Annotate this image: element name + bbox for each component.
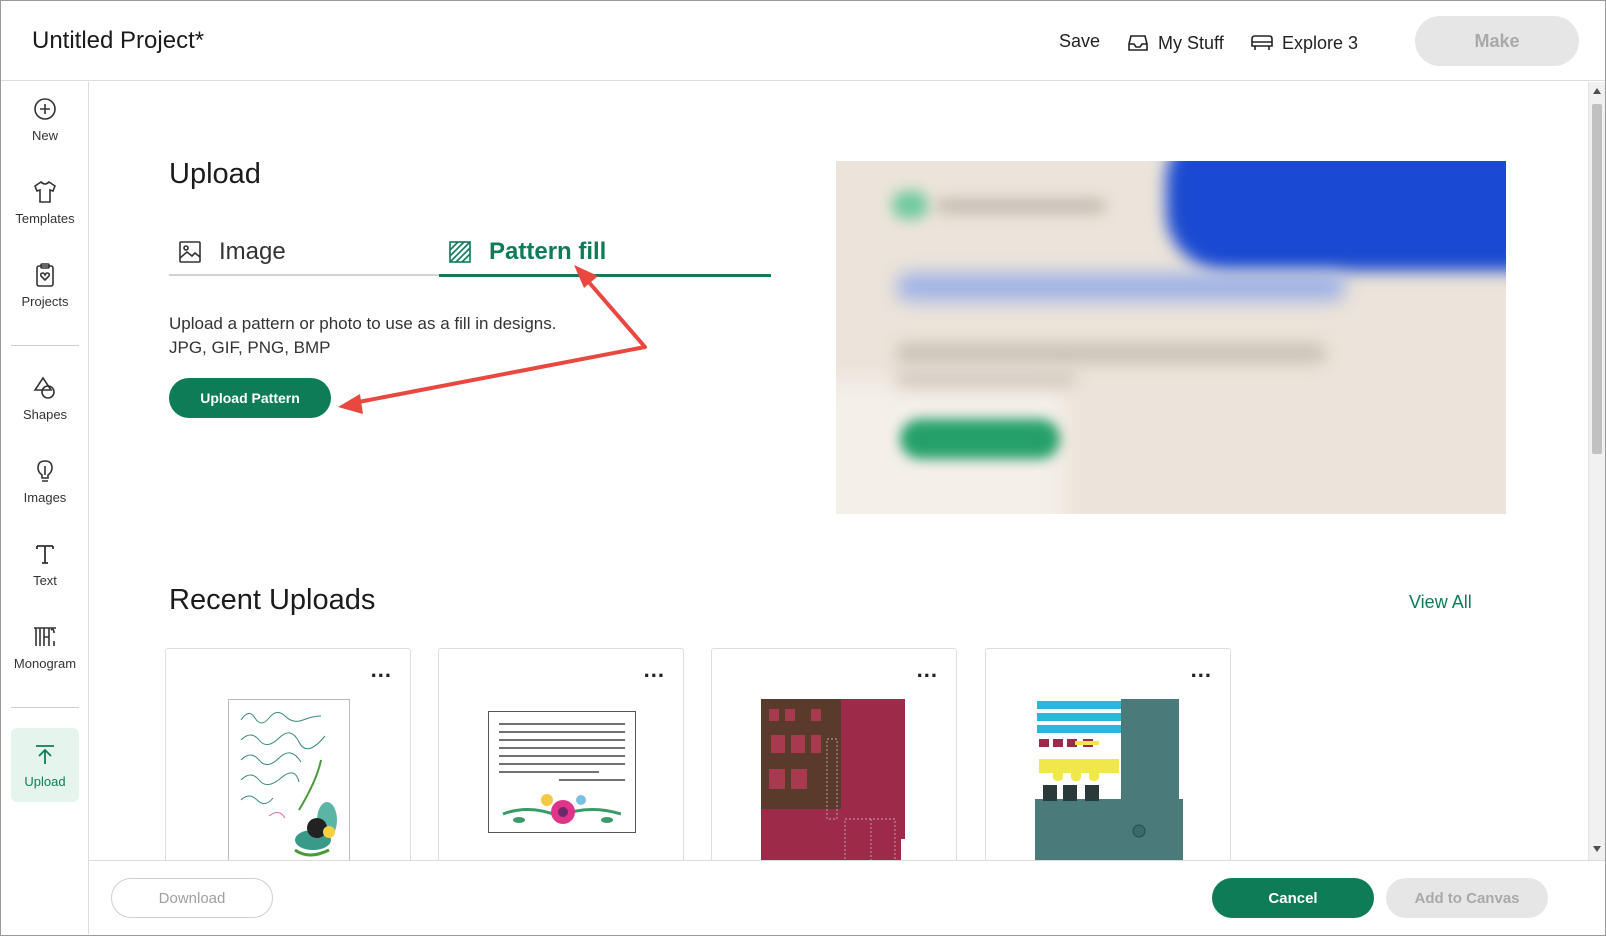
- sidebar-divider: [11, 707, 79, 708]
- more-options-icon[interactable]: ...: [917, 659, 938, 681]
- plus-circle-icon: [34, 97, 56, 120]
- upload-pattern-button[interactable]: Upload Pattern: [169, 378, 331, 418]
- upload-tabs: Image Pattern fill: [169, 228, 771, 277]
- teal-house-artwork: [1035, 699, 1183, 860]
- machine-selector[interactable]: Explore 3: [1250, 31, 1358, 55]
- upload-thumbnail: [488, 711, 636, 833]
- recent-upload-card[interactable]: ...: [711, 648, 957, 860]
- active-tab-indicator: [439, 274, 771, 277]
- sidebar-item-label: Images: [23, 489, 67, 505]
- page-title: Upload: [169, 158, 261, 190]
- preview-shape: [892, 191, 928, 219]
- left-sidebar: New Templates Projects Shapes Images Tex…: [1, 82, 89, 934]
- more-options-icon[interactable]: ...: [1191, 659, 1212, 681]
- preview-shape: [896, 371, 1076, 387]
- my-stuff-label: My Stuff: [1158, 32, 1224, 53]
- preview-shape: [896, 273, 1346, 301]
- text-t-icon: [36, 544, 54, 564]
- view-all-link[interactable]: View All: [1409, 592, 1472, 613]
- sidebar-item-projects[interactable]: Projects: [11, 248, 79, 322]
- sidebar-item-label: Upload: [24, 773, 66, 789]
- sidebar-item-images[interactable]: Images: [11, 444, 79, 518]
- sidebar-item-label: Projects: [21, 293, 69, 309]
- description-line: Upload a pattern or photo to use as a fi…: [169, 314, 557, 333]
- monogram-icon: [34, 626, 56, 646]
- lightbulb-icon: [37, 459, 53, 482]
- scroll-thumb[interactable]: [1592, 104, 1602, 454]
- shapes-icon: [33, 376, 55, 399]
- save-link[interactable]: Save: [1059, 31, 1100, 52]
- sidebar-divider: [11, 345, 79, 346]
- bottom-action-bar: Download Cancel Add to Canvas: [89, 860, 1605, 935]
- save-label: Save: [1059, 31, 1101, 51]
- tab-label: Image: [219, 238, 286, 265]
- add-to-canvas-button[interactable]: Add to Canvas: [1386, 878, 1548, 918]
- shirt-icon: [34, 180, 56, 203]
- upload-arrow-icon: [36, 744, 54, 764]
- cutting-machine-icon: [1251, 35, 1273, 50]
- make-button[interactable]: Make: [1415, 16, 1579, 66]
- download-button[interactable]: Download: [111, 878, 273, 918]
- preview-shape: [1166, 161, 1506, 271]
- top-header: Untitled Project* Save My Stuff Explore …: [1, 1, 1605, 81]
- blurred-promo-preview: [836, 161, 1506, 514]
- supported-formats: JPG, GIF, PNG, BMP: [169, 338, 331, 357]
- floral-quote-artwork: [499, 723, 625, 824]
- tab-pattern-fill[interactable]: Pattern fill: [447, 228, 606, 276]
- sidebar-item-label: Templates: [15, 210, 75, 226]
- cancel-button[interactable]: Cancel: [1212, 878, 1374, 918]
- sidebar-item-upload[interactable]: Upload: [11, 728, 79, 802]
- machine-label: Explore 3: [1282, 32, 1359, 53]
- more-options-icon[interactable]: ...: [371, 659, 392, 681]
- recent-uploads-title: Recent Uploads: [169, 584, 376, 616]
- upload-thumbnail: [1035, 699, 1183, 860]
- project-title: Untitled Project*: [32, 27, 205, 54]
- scroll-up-icon[interactable]: [1593, 88, 1601, 94]
- vertical-scrollbar[interactable]: [1588, 82, 1605, 860]
- upload-description: Upload a pattern or photo to use as a fi…: [169, 312, 556, 360]
- tab-label: Pattern fill: [489, 238, 607, 265]
- my-stuff-link[interactable]: My Stuff: [1126, 31, 1224, 55]
- sidebar-item-label: New: [31, 127, 58, 143]
- upload-thumbnail: [761, 699, 909, 860]
- clipboard-heart-icon: [36, 262, 54, 287]
- preview-shape: [896, 343, 1326, 363]
- upload-panel: Upload Image Pattern fill Upload a patte…: [89, 82, 1588, 860]
- recent-upload-card[interactable]: ...: [165, 648, 411, 860]
- sidebar-item-label: Shapes: [22, 406, 68, 422]
- more-options-icon[interactable]: ...: [644, 659, 665, 681]
- sidebar-item-shapes[interactable]: Shapes: [11, 361, 79, 435]
- sidebar-item-text[interactable]: Text: [11, 527, 79, 601]
- preview-shape: [900, 419, 1060, 459]
- recent-upload-card[interactable]: ...: [985, 648, 1231, 860]
- sidebar-item-new[interactable]: New: [11, 82, 79, 156]
- preview-shape: [936, 199, 1106, 213]
- red-house-artwork: [761, 699, 905, 860]
- inbox-tray-icon: [1128, 35, 1148, 51]
- calligraphy-artwork: [240, 712, 337, 857]
- sidebar-item-label: Text: [33, 572, 57, 588]
- upload-thumbnail: [228, 699, 350, 860]
- image-icon: [179, 241, 201, 263]
- tab-image[interactable]: Image: [177, 228, 286, 276]
- scroll-down-icon[interactable]: [1593, 846, 1601, 852]
- recent-upload-card[interactable]: ...: [438, 648, 684, 860]
- pattern-fill-icon: [449, 241, 471, 263]
- sidebar-item-monogram[interactable]: Monogram: [11, 610, 79, 684]
- sidebar-item-label: Monogram: [13, 655, 77, 671]
- sidebar-item-templates[interactable]: Templates: [11, 165, 79, 239]
